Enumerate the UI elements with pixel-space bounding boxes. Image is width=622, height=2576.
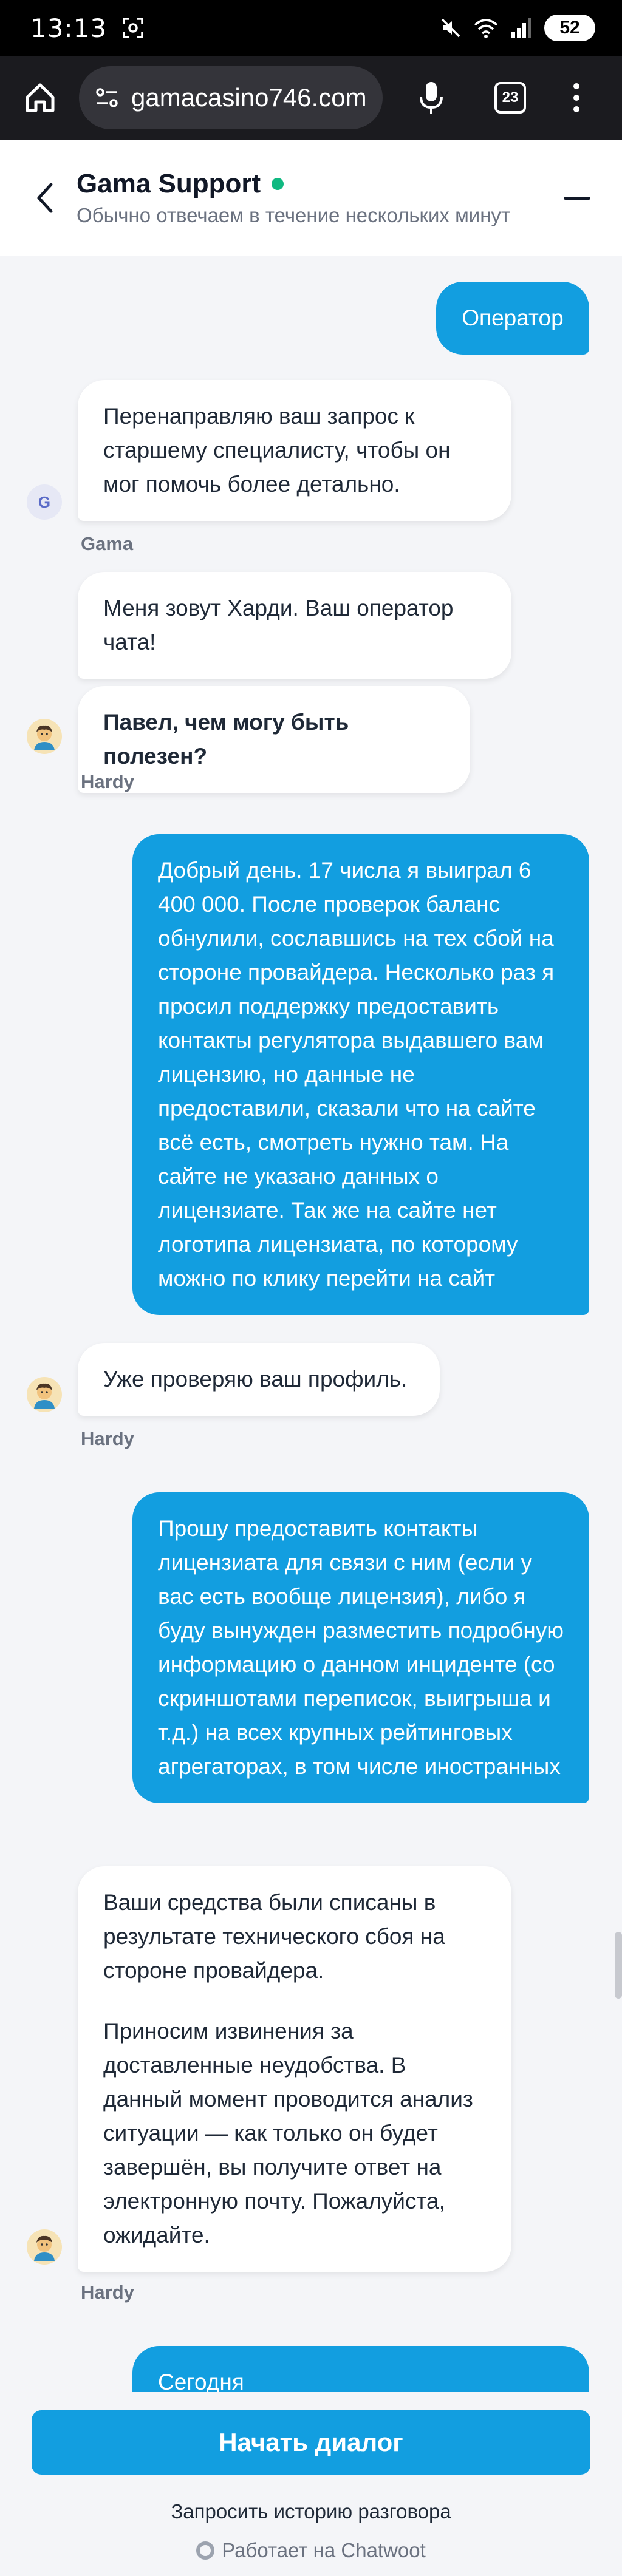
outgoing-message: Добрый день. 17 числа я выиграл 6 400 00… bbox=[132, 834, 589, 1315]
incoming-message: Ваши средства были списаны в результате … bbox=[78, 1866, 511, 2272]
operator-avatar-icon bbox=[34, 725, 55, 750]
wifi-icon bbox=[474, 19, 498, 38]
incoming-message: Уже проверяю ваш профиль. bbox=[78, 1343, 440, 1416]
chat-subtitle: Обычно отвечаем в течение нескольких мин… bbox=[77, 204, 511, 226]
browser-menu-button[interactable] bbox=[567, 78, 586, 117]
back-button[interactable] bbox=[27, 180, 63, 216]
sender-name: Hardy bbox=[81, 771, 134, 792]
minus-icon bbox=[564, 196, 590, 200]
avatar: G bbox=[27, 484, 62, 520]
request-history-link[interactable]: Запросить историю разговора bbox=[0, 2500, 622, 2523]
chat-footer: Начать диалог Запросить историю разговор… bbox=[0, 2392, 622, 2576]
outgoing-message: Оператор bbox=[436, 282, 589, 355]
tab-switcher-button[interactable]: 23 bbox=[494, 82, 526, 114]
sender-name: Hardy bbox=[81, 2282, 134, 2303]
site-settings-icon[interactable] bbox=[95, 86, 119, 110]
online-status-dot bbox=[272, 178, 284, 190]
operator-avatar-icon bbox=[34, 1383, 55, 1409]
start-conversation-button[interactable]: Начать диалог bbox=[32, 2410, 590, 2475]
voice-search-button[interactable] bbox=[412, 78, 451, 117]
minimize-button[interactable] bbox=[559, 180, 595, 216]
incoming-message: Перенаправляю ваш запрос к старшему спец… bbox=[78, 380, 511, 521]
clock: 13:13 bbox=[30, 13, 108, 43]
screenshot-icon bbox=[123, 18, 143, 38]
url-text: gamacasino746.com bbox=[131, 83, 367, 112]
status-bar: 13:13 52 bbox=[0, 0, 622, 56]
outgoing-message: Прошу предоставить контакты лицензиата д… bbox=[132, 1492, 589, 1803]
incoming-message: Меня зовут Харди. Ваш оператор чата! bbox=[78, 572, 511, 679]
scrollbar-thumb[interactable] bbox=[615, 1932, 622, 1999]
avatar bbox=[27, 2229, 62, 2265]
browser-toolbar: gamacasino746.com 23 bbox=[0, 56, 622, 140]
battery-indicator: 52 bbox=[544, 15, 595, 41]
powered-by[interactable]: Работает на Chatwoot bbox=[0, 2539, 622, 2562]
chatwoot-logo-icon bbox=[196, 2541, 215, 2560]
home-icon bbox=[26, 83, 55, 112]
avatar bbox=[27, 719, 62, 754]
microphone-icon bbox=[420, 82, 443, 114]
chat-header: Gama Support Обычно отвечаем в течение н… bbox=[0, 140, 622, 256]
chevron-left-icon bbox=[37, 183, 53, 213]
signal-icon bbox=[511, 18, 531, 38]
home-button[interactable] bbox=[21, 78, 60, 117]
incoming-message: Павел, чем могу быть полезен? bbox=[78, 686, 470, 793]
operator-avatar-icon bbox=[34, 2235, 55, 2261]
powered-by-text: Работает на Chatwoot bbox=[222, 2539, 426, 2561]
avatar bbox=[27, 1377, 62, 1412]
message-list[interactable]: Оператор Перенаправляю ваш запрос к стар… bbox=[0, 256, 622, 2576]
address-bar[interactable]: gamacasino746.com bbox=[79, 66, 383, 129]
sender-name: Gama bbox=[81, 533, 134, 554]
chat-title: Gama Support bbox=[77, 169, 261, 199]
sender-name: Hardy bbox=[81, 1428, 134, 1449]
mute-icon bbox=[441, 18, 460, 38]
